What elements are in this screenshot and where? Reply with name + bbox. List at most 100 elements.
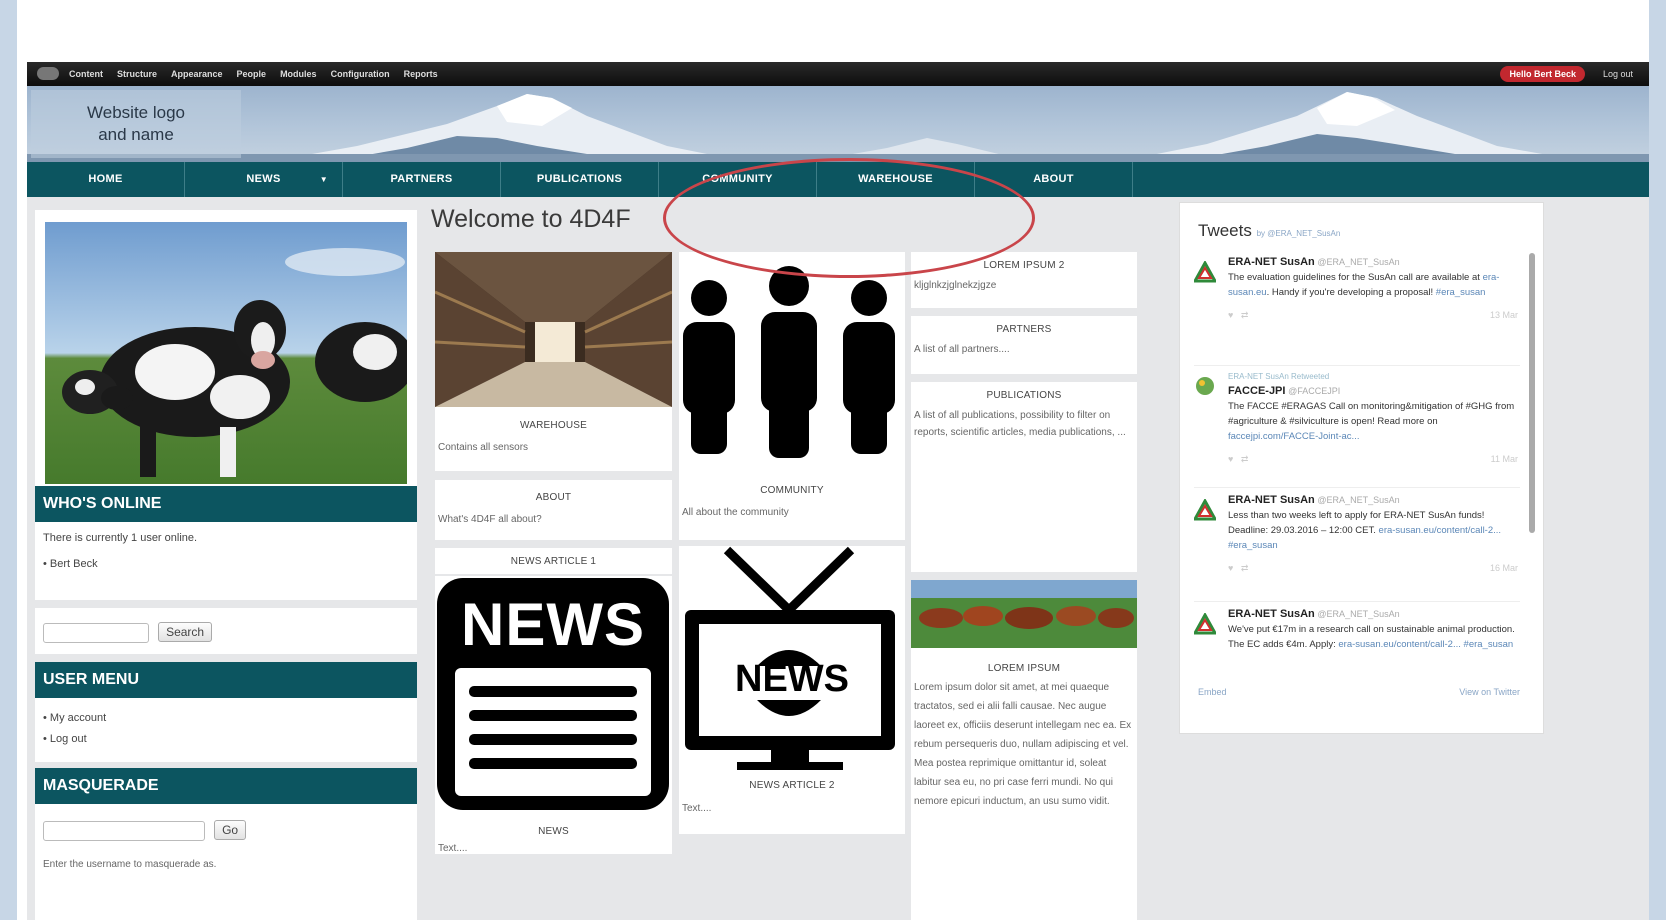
online-user-link[interactable]: Bert Beck <box>50 558 98 570</box>
community-people-icon <box>683 266 895 458</box>
toolbar-item-appearance[interactable]: Appearance <box>171 62 223 86</box>
cattle-photo <box>911 580 1137 648</box>
news-badge-text: NEWS <box>461 591 645 658</box>
nav-community[interactable]: COMMUNITY <box>659 162 817 197</box>
tweet-author[interactable]: ERA-NET SusAn <box>1228 608 1315 620</box>
nav-community-label: COMMUNITY <box>702 173 773 185</box>
tweet-item[interactable]: ERA-NET SusAn @ERA_NET_SusAn We've put €… <box>1194 607 1520 677</box>
page: Content Structure Appearance People Modu… <box>17 0 1649 920</box>
home-icon[interactable] <box>37 67 59 80</box>
tweet-item[interactable]: ERA-NET SusAn @ERA_NET_SusAn The evaluat… <box>1194 255 1520 366</box>
tweet-author[interactable]: FACCE-JPI <box>1228 385 1285 397</box>
toolbar-item-content[interactable]: Content <box>69 62 103 86</box>
warehouse-text: Contains all sensors <box>438 442 529 453</box>
tweet-handle[interactable]: @ERA_NET_SusAn <box>1317 495 1399 505</box>
publications-card[interactable]: PUBLICATIONS A list of all publications,… <box>911 382 1137 572</box>
page-title: Welcome to 4D4F <box>431 205 631 233</box>
era-net-avatar <box>1194 499 1216 521</box>
tweet-link[interactable]: era-susan.eu/content/call-2... <box>1379 525 1502 536</box>
admin-menu: Content Structure Appearance People Modu… <box>69 62 438 86</box>
nav-home-label: HOME <box>88 173 123 185</box>
tweet-time[interactable]: 13 Mar <box>1490 308 1518 323</box>
site-logo[interactable]: Website logo and name <box>31 90 241 158</box>
tweet-item[interactable]: ERA-NET SusAn @ERA_NET_SusAn Less than t… <box>1194 493 1520 602</box>
tweet-time[interactable]: 16 Mar <box>1490 561 1518 576</box>
lorem-ipsum-2-title: LOREM IPSUM 2 <box>983 260 1065 271</box>
era-net-avatar <box>1194 613 1216 635</box>
toolbar-item-configuration[interactable]: Configuration <box>331 62 390 86</box>
view-on-twitter-link[interactable]: View on Twitter <box>1459 687 1520 697</box>
tweet-item[interactable]: ERA-NET SusAn Retweeted FACCE-JPI @FACCE… <box>1194 369 1520 488</box>
retweet-label: ERA-NET SusAn Retweeted <box>1228 372 1330 381</box>
toolbar-item-structure[interactable]: Structure <box>117 62 157 86</box>
main-nav: HOME NEWS ▼ PARTNERS PUBLICATIONS COMMUNI… <box>27 162 1649 197</box>
website: Content Structure Appearance People Modu… <box>27 62 1649 920</box>
tweets-scrollbar[interactable] <box>1529 253 1535 533</box>
nav-warehouse[interactable]: WAREHOUSE <box>817 162 975 197</box>
tweet-hashtag[interactable]: #era_susan <box>1436 287 1486 298</box>
era-net-avatar <box>1194 261 1216 283</box>
news-article-1-header[interactable]: NEWS ARTICLE 1 <box>435 548 672 574</box>
whos-online-title: WHO'S ONLINE <box>35 486 417 522</box>
news-article-1-text: Text.... <box>438 843 468 854</box>
tweet-time[interactable]: 11 Mar <box>1491 452 1518 467</box>
community-title: COMMUNITY <box>760 485 824 496</box>
logout-link[interactable]: Log out <box>50 733 87 745</box>
publications-text: A list of all publications, possibility … <box>914 410 1126 438</box>
tweet-handle[interactable]: @ERA_NET_SusAn <box>1317 609 1399 619</box>
tweet-handle[interactable]: @ERA_NET_SusAn <box>1317 257 1399 267</box>
lorem-ipsum-2-text: kljglnkzjglnekzjgze <box>914 280 997 291</box>
news-article-1-card[interactable]: NEWS NEWS Text.... <box>435 576 672 854</box>
masquerade-block: Go Enter the username to masquerade as. <box>35 804 417 920</box>
tweet-hashtag[interactable]: #era_susan <box>1228 540 1278 551</box>
community-card[interactable]: COMMUNITY All about the community <box>679 252 905 540</box>
tweets-footer: Embed View on Twitter <box>1198 687 1520 697</box>
cow-photo <box>45 222 407 484</box>
tweet-author[interactable]: ERA-NET SusAn <box>1228 494 1315 506</box>
nav-partners-label: PARTNERS <box>390 173 453 185</box>
toolbar-item-people[interactable]: People <box>237 62 267 86</box>
chevron-down-icon[interactable]: ▼ <box>320 162 328 197</box>
tweet-author[interactable]: ERA-NET SusAn <box>1228 256 1315 268</box>
about-card[interactable]: ABOUT What's 4D4F all about? <box>435 480 672 540</box>
tweets-by-link[interactable]: by @ERA_NET_SusAn <box>1257 229 1341 238</box>
lorem-ipsum-2-card[interactable]: LOREM IPSUM 2 kljglnkzjglnekzjgze <box>911 252 1137 308</box>
whos-online-text: There is currently 1 user online. <box>43 532 198 544</box>
hello-user-link[interactable]: Hello Bert Beck <box>1500 66 1585 82</box>
partners-title: PARTNERS <box>996 324 1052 335</box>
about-text: What's 4D4F all about? <box>438 514 542 525</box>
lorem-ipsum-text: Lorem ipsum dolor sit amet, at mei quaeq… <box>914 682 1132 807</box>
nav-partners[interactable]: PARTNERS <box>343 162 501 197</box>
nav-about[interactable]: ABOUT <box>975 162 1133 197</box>
toolbar-item-modules[interactable]: Modules <box>280 62 317 86</box>
news-label: NEWS <box>538 826 569 837</box>
lorem-ipsum-card[interactable]: LOREM IPSUM Lorem ipsum dolor sit amet, … <box>911 580 1137 920</box>
partners-card[interactable]: PARTNERS A list of all partners.... <box>911 316 1137 374</box>
logo-line-1: Website logo <box>87 103 185 122</box>
nav-news[interactable]: NEWS ▼ <box>185 162 343 197</box>
warehouse-card[interactable]: WAREHOUSE Contains all sensors <box>435 252 672 471</box>
masquerade-go-button[interactable]: Go <box>214 820 247 840</box>
site-header: Website logo and name <box>27 86 1649 162</box>
search-input[interactable] <box>43 623 149 644</box>
tweet-link[interactable]: faccejpi.com/FACCE-Joint-ac... <box>1228 431 1359 442</box>
my-account-link[interactable]: My account <box>50 712 106 724</box>
search-block: Search <box>35 608 417 654</box>
community-text: All about the community <box>682 507 789 518</box>
news-article-2-title: NEWS ARTICLE 2 <box>749 780 835 791</box>
nav-publications[interactable]: PUBLICATIONS <box>501 162 659 197</box>
embed-link[interactable]: Embed <box>1198 687 1227 697</box>
warehouse-image <box>435 252 672 407</box>
logo-line-2: and name <box>98 125 174 144</box>
toolbar-item-reports[interactable]: Reports <box>404 62 438 86</box>
nav-publications-label: PUBLICATIONS <box>536 173 623 185</box>
twitter-timeline: Tweets by @ERA_NET_SusAn ERA-NET SusAn @… <box>1179 202 1544 734</box>
tweet-link[interactable]: era-susan.eu/content/call-2... <box>1338 639 1461 650</box>
search-button[interactable]: Search <box>158 622 213 642</box>
masquerade-input[interactable] <box>43 821 205 842</box>
tweet-hashtag[interactable]: #era_susan <box>1464 639 1514 650</box>
news-article-2-card[interactable]: NEWS NEWS ARTICLE 2 Text.... <box>679 546 905 834</box>
nav-home[interactable]: HOME <box>27 162 185 197</box>
tweet-handle[interactable]: @FACCEJPI <box>1288 386 1340 396</box>
toolbar-logout-link[interactable]: Log out <box>1603 62 1633 86</box>
